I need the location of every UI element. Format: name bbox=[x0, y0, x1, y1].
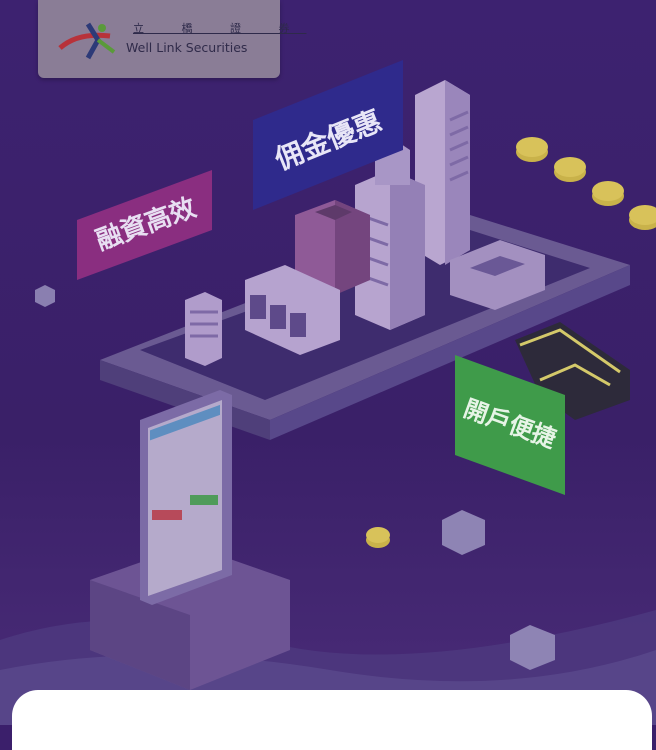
promo-banner: 融資高效 佣金優惠 開戶便捷 bbox=[0, 0, 656, 725]
brand-name-chinese: 立 橋 證 券 bbox=[133, 22, 307, 35]
well-link-logo-icon bbox=[58, 22, 116, 60]
bottom-sheet[interactable] bbox=[12, 690, 652, 750]
brand-name-english: Well Link Securities bbox=[126, 40, 248, 55]
logo-card: 立 橋 證 券 Well Link Securities bbox=[38, 0, 290, 78]
commission-badge: 佣金優惠 bbox=[253, 60, 403, 210]
account-opening-badge: 開戶便捷 bbox=[455, 355, 565, 495]
building-small bbox=[185, 292, 222, 366]
financing-badge: 融資高效 bbox=[77, 170, 212, 280]
